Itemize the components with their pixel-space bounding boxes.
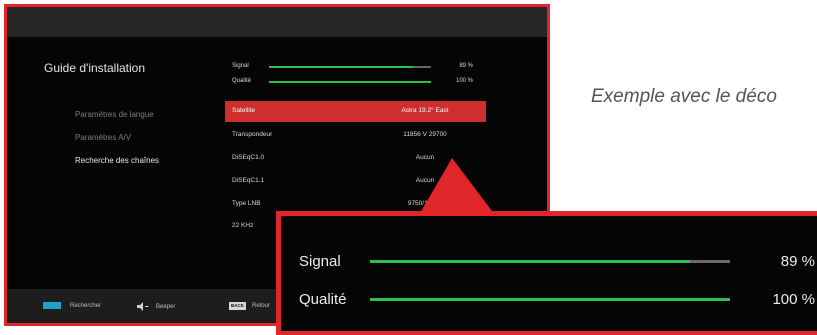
param-row-diseqc10[interactable]: DiSEqC1.0 Aucun: [225, 148, 486, 169]
param-label: DiSEqC1.0: [232, 154, 265, 161]
hint-beeper-label: Beeper: [156, 303, 176, 310]
menu-item-language[interactable]: Paramètres de langue: [75, 110, 154, 119]
zoom-quality-meter-fill: [370, 298, 730, 301]
param-value: 11856 V 29700: [403, 131, 447, 138]
param-value: Aucun: [415, 154, 435, 161]
menu-item-channel-search[interactable]: Recherche des chaînes: [75, 156, 159, 165]
param-row-transponder[interactable]: Transpondeur 11856 V 29700: [225, 125, 486, 146]
menu-item-av[interactable]: Paramètres A/V: [75, 133, 131, 142]
zoom-quality-value: 100 %: [772, 291, 815, 308]
param-label: Satellite: [232, 107, 256, 114]
zoom-signal-meter: [370, 260, 730, 263]
param-row-satellite[interactable]: Satellite Astra 19.2° East: [225, 101, 486, 122]
hint-back-label: Retour: [252, 303, 271, 309]
back-key-icon: BACK: [229, 302, 246, 310]
blue-key-icon: [43, 302, 61, 309]
speaker-icon: [137, 302, 149, 311]
zoom-inset: Signal 89 % Qualité 100 %: [276, 211, 817, 335]
param-value: 9750/10600: [407, 200, 443, 207]
hint-search[interactable]: Rechercher: [43, 302, 101, 309]
param-label: Transpondeur: [232, 131, 273, 138]
zoom-signal-label: Signal: [299, 253, 341, 270]
param-value: Astra 19.2° East: [401, 107, 449, 114]
quality-meter-fill: [269, 81, 431, 83]
hint-beeper[interactable]: Beeper: [137, 302, 175, 311]
quality-meter: [269, 81, 431, 83]
signal-label: Signal: [232, 63, 249, 69]
param-row-diseqc11[interactable]: DiSEqC1.1 Aucun: [225, 171, 486, 192]
caption: Exemple avec le déco: [591, 86, 777, 107]
quality-label: Qualité: [232, 78, 252, 84]
hint-search-label: Rechercher: [70, 302, 102, 309]
zoom-signal-value: 89 %: [780, 253, 815, 270]
zoom-signal-meter-fill: [370, 260, 691, 263]
param-label: 22 KHz: [232, 222, 254, 229]
quality-value: 100 %: [455, 78, 473, 84]
param-label: Type LNB: [232, 200, 261, 207]
top-bar: [7, 7, 547, 37]
signal-meter: [269, 66, 431, 68]
param-value: Aucun: [415, 177, 435, 184]
signal-meter-fill: [269, 66, 414, 68]
zoom-quality-label: Qualité: [299, 291, 347, 308]
signal-value: 89 %: [459, 63, 473, 69]
param-label: DiSEqC1.1: [232, 177, 265, 184]
zoom-quality-meter: [370, 298, 730, 301]
hint-back[interactable]: BACK Retour: [229, 302, 270, 310]
page-title: Guide d'installation: [44, 61, 146, 75]
